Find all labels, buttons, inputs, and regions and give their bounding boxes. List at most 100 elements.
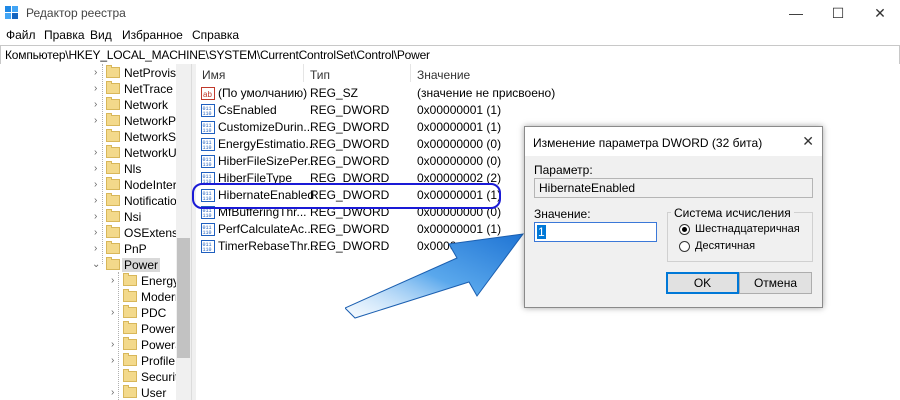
menu-edit[interactable]: Правка (44, 28, 85, 42)
string-value-icon: ab (201, 87, 215, 100)
expand-icon[interactable] (111, 324, 119, 334)
expand-icon[interactable]: › (94, 244, 102, 254)
tree-item-label: Nls (124, 162, 142, 176)
expand-icon[interactable]: › (111, 340, 119, 350)
window-titlebar: Редактор реестра — ☐ ✕ (0, 0, 900, 26)
key-tree[interactable]: › NetProvisio › NetTrace › Network › Net… (0, 64, 191, 400)
tree-item-label: Network (124, 98, 169, 112)
svg-text:110: 110 (203, 111, 212, 117)
column-header-name[interactable]: Имя (202, 68, 225, 82)
folder-icon (106, 129, 120, 142)
value-data: 0x00000000 (0) (417, 154, 502, 168)
svg-text:110: 110 (203, 230, 212, 236)
folder-icon (106, 65, 120, 78)
binary-value-icon: 011110 (201, 223, 215, 236)
value-row[interactable]: 011 110 CsEnabled REG_DWORD 0x00000001 (1… (196, 102, 900, 119)
folder-icon (106, 81, 120, 94)
column-header-value[interactable]: Значение (417, 68, 470, 82)
folder-icon (123, 305, 137, 318)
value-input[interactable]: 1 (534, 222, 657, 242)
expand-icon[interactable]: › (94, 148, 102, 158)
ok-button[interactable]: OK (666, 272, 739, 294)
folder-icon (123, 337, 137, 350)
radio-hexadecimal[interactable] (679, 224, 690, 235)
value-type: REG_DWORD (310, 137, 390, 151)
expand-icon[interactable]: › (111, 356, 119, 366)
expand-icon[interactable]: › (111, 388, 119, 398)
radio-decimal-label[interactable]: Десятичная (695, 240, 755, 252)
window-title: Редактор реестра (26, 6, 126, 20)
menu-file[interactable]: Файл (6, 28, 36, 42)
folder-icon (106, 145, 120, 158)
expand-icon[interactable] (94, 132, 102, 142)
menu-help[interactable]: Справка (192, 28, 239, 42)
folder-icon (123, 321, 137, 334)
folder-icon (123, 353, 137, 366)
cancel-button[interactable]: Отмена (739, 272, 812, 294)
expand-icon[interactable]: › (94, 68, 102, 78)
value-type: REG_SZ (310, 86, 359, 100)
maximize-button[interactable]: ☐ (828, 4, 848, 22)
close-button[interactable]: ✕ (870, 4, 890, 22)
folder-icon (106, 193, 120, 206)
svg-text:ab: ab (203, 90, 212, 99)
value-name: PerfCalculateAc... (218, 222, 315, 236)
radio-hexadecimal-label[interactable]: Шестнадцатеричная (695, 223, 800, 235)
expand-icon[interactable] (111, 292, 119, 302)
collapse-icon[interactable]: ⌄ (92, 260, 100, 270)
dialog-close-button[interactable]: ✕ (802, 133, 814, 150)
folder-icon (123, 273, 137, 286)
tree-item-label: Nsi (124, 210, 142, 224)
menu-favorites[interactable]: Избранное (122, 28, 183, 42)
tree-item-label: User (141, 386, 167, 400)
column-header-type[interactable]: Тип (310, 68, 330, 82)
binary-value-icon: 011110 (201, 138, 215, 151)
tree-item-label: NodeInterf (124, 178, 181, 192)
minimize-button[interactable]: — (786, 4, 806, 22)
tree-item-label: NetworkPr (124, 114, 181, 128)
tree-item-label: Profile (141, 354, 176, 368)
tree-item-label: NetworkUx (124, 146, 183, 160)
dialog-titlebar: Изменение параметра DWORD (32 бита) ✕ (525, 127, 822, 156)
arrow-annotation-icon (345, 233, 525, 319)
expand-icon[interactable]: › (94, 180, 102, 190)
expand-icon[interactable]: › (94, 100, 102, 110)
binary-value-icon: 011110 (201, 121, 215, 134)
folder-icon (106, 161, 120, 174)
expand-icon[interactable]: › (111, 276, 119, 286)
menu-view[interactable]: Вид (90, 28, 112, 42)
expand-icon[interactable]: › (94, 116, 102, 126)
tree-scrollbar[interactable] (176, 64, 191, 400)
expand-icon[interactable] (111, 372, 119, 382)
value-row[interactable]: ab (По умолчанию) REG_SZ (значение не пр… (196, 85, 900, 102)
radio-decimal[interactable] (679, 241, 690, 252)
expand-icon[interactable]: › (94, 212, 102, 222)
value-name: (По умолчанию) (218, 86, 308, 100)
folder-icon (123, 289, 137, 302)
svg-text:110: 110 (203, 145, 212, 151)
param-label: Параметр: (534, 163, 593, 177)
value-type: REG_DWORD (310, 154, 390, 168)
value-type: REG_DWORD (310, 103, 390, 117)
address-bar[interactable]: Компьютер\HKEY_LOCAL_MACHINE\SYSTEM\Curr… (0, 45, 900, 65)
tree-scrollbar-thumb[interactable] (177, 238, 190, 358)
svg-text:110: 110 (203, 247, 212, 253)
registry-editor-app-icon (5, 6, 18, 19)
expand-icon[interactable]: › (94, 228, 102, 238)
binary-value-icon: 011110 (201, 155, 215, 168)
value-name: HiberFileSizePer... (218, 154, 318, 168)
expand-icon[interactable]: › (111, 308, 119, 318)
tree-item-label: NetTrace (124, 82, 173, 96)
binary-value-icon: 011110 (201, 240, 215, 253)
edit-dword-dialog: Изменение параметра DWORD (32 бита) ✕ Па… (524, 126, 823, 308)
value-data: 0x00000001 (1) (417, 120, 502, 134)
value-data: (значение не присвоено) (417, 86, 556, 100)
expand-icon[interactable]: › (94, 196, 102, 206)
base-group-title: Система исчисления (671, 206, 794, 220)
binary-value-icon: 011110 (201, 104, 215, 117)
value-data: 0x00000000 (0) (417, 137, 502, 151)
expand-icon[interactable]: › (94, 84, 102, 94)
tree-item-label: Notification (124, 194, 184, 208)
folder-icon (106, 97, 120, 110)
expand-icon[interactable]: › (94, 164, 102, 174)
